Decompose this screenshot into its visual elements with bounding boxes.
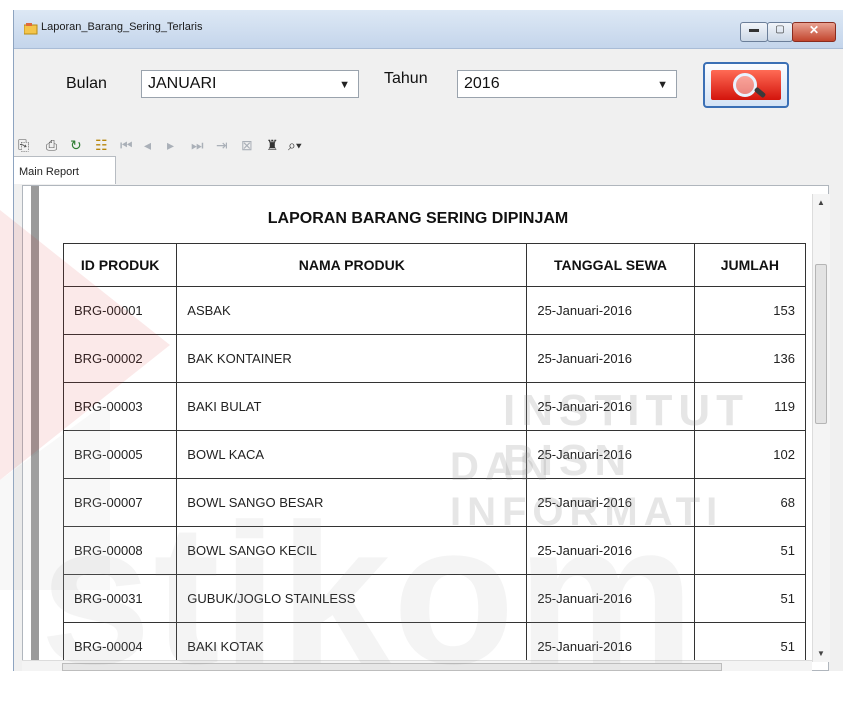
column-header: NAMA PRODUK: [176, 243, 528, 287]
column-header: ID PRODUK: [62, 243, 178, 287]
cell-name: ASBAK: [176, 286, 528, 335]
table-row: BRG-00031 GUBUK/JOGLO STAINLESS 25-Janua…: [62, 574, 807, 623]
maximize-button[interactable]: ▢: [767, 22, 793, 42]
zoom-icon[interactable]: ⌕▾: [288, 138, 302, 152]
cell-id: BRG-00007: [62, 478, 178, 527]
month-select[interactable]: JANUARI ▼: [141, 70, 359, 98]
vertical-scroll-thumb[interactable]: [815, 264, 827, 424]
minimize-icon: ▬: [749, 24, 759, 35]
chevron-down-icon: ▼: [339, 79, 350, 91]
last-page-icon[interactable]: ⏭: [191, 138, 204, 152]
year-label: Tahun: [384, 70, 428, 87]
cell-date: 25-Januari-2016: [526, 430, 695, 479]
group-tree-icon[interactable]: ☷: [95, 138, 108, 152]
month-label: Bulan: [66, 75, 107, 92]
report-table: ID PRODUK NAMA PRODUK TANGGAL SEWA JUMLA…: [62, 243, 807, 671]
table-row: BRG-00003 BAKI BULAT 25-Januari-2016 119: [62, 382, 807, 431]
cell-qty: 153: [693, 286, 807, 335]
column-header: JUMLAH: [693, 243, 807, 287]
table-row: BRG-00001 ASBAK 25-Januari-2016 153: [62, 286, 807, 335]
cell-qty: 51: [693, 526, 807, 575]
print-icon[interactable]: ⎙: [46, 138, 57, 152]
title-bar[interactable]: Laporan_Barang_Sering_Terlaris ▬ ▢ ✕: [14, 10, 843, 49]
year-value: 2016: [464, 75, 500, 92]
cell-date: 25-Januari-2016: [526, 478, 695, 527]
magnifier-icon: [711, 70, 781, 100]
year-select[interactable]: 2016 ▼: [457, 70, 677, 98]
cell-id: BRG-00005: [62, 430, 178, 479]
maximize-icon: ▢: [775, 24, 785, 35]
cell-qty: 68: [693, 478, 807, 527]
scroll-up-icon[interactable]: ▲: [817, 198, 825, 207]
cell-qty: 136: [693, 334, 807, 383]
cell-date: 25-Januari-2016: [526, 286, 695, 335]
tab-main-report-label: Main Report: [19, 166, 79, 178]
search-button[interactable]: [703, 62, 789, 108]
app-icon: [24, 23, 38, 35]
table-row: BRG-00008 BOWL SANGO KECIL 25-Januari-20…: [62, 526, 807, 575]
cell-id: BRG-00001: [62, 286, 178, 335]
cell-qty: 102: [693, 430, 807, 479]
close-icon: ✕: [808, 23, 820, 37]
chevron-down-icon: ▼: [657, 79, 668, 91]
column-header: TANGGAL SEWA: [526, 243, 695, 287]
report-window: Laporan_Barang_Sering_Terlaris ▬ ▢ ✕ Bul…: [13, 10, 843, 671]
stop-icon[interactable]: ⊠: [241, 138, 253, 152]
next-page-icon[interactable]: ▸: [167, 138, 174, 152]
cell-id: BRG-00031: [62, 574, 178, 623]
find-icon[interactable]: ♜: [266, 138, 279, 152]
cell-date: 25-Januari-2016: [526, 526, 695, 575]
export-icon[interactable]: ⎘: [18, 138, 29, 152]
table-header-row: ID PRODUK NAMA PRODUK TANGGAL SEWA JUMLA…: [62, 243, 807, 287]
first-page-icon[interactable]: ⏮: [120, 138, 133, 152]
close-button[interactable]: ✕: [792, 22, 836, 42]
table-row: BRG-00007 BOWL SANGO BESAR 25-Januari-20…: [62, 478, 807, 527]
report-left-bar: [31, 186, 39, 671]
cell-date: 25-Januari-2016: [526, 334, 695, 383]
report-title: LAPORAN BARANG SERING DIPINJAM: [267, 210, 569, 227]
cell-id: BRG-00008: [62, 526, 178, 575]
vertical-scrollbar[interactable]: ▲ ▼: [812, 194, 830, 662]
cell-qty: 51: [693, 574, 807, 623]
tab-main-report[interactable]: Main Report: [14, 156, 116, 184]
cell-date: 25-Januari-2016: [526, 574, 695, 623]
report-viewer: LAPORAN BARANG SERING DIPINJAM ID PRODUK…: [22, 185, 829, 671]
goto-page-icon[interactable]: ⇥: [216, 138, 228, 152]
horizontal-scroll-thumb[interactable]: [62, 663, 722, 671]
cell-name: BOWL SANGO BESAR: [176, 478, 528, 527]
minimize-button[interactable]: ▬: [740, 22, 768, 42]
month-value: JANUARI: [148, 75, 217, 92]
cell-name: GUBUK/JOGLO STAINLESS: [176, 574, 528, 623]
cell-qty: 119: [693, 382, 807, 431]
cell-name: BAKI BULAT: [176, 382, 528, 431]
prev-page-icon[interactable]: ◂: [144, 138, 151, 152]
cell-id: BRG-00003: [62, 382, 178, 431]
cell-id: BRG-00002: [62, 334, 178, 383]
horizontal-scrollbar[interactable]: [22, 660, 812, 671]
table-row: BRG-00005 BOWL KACA 25-Januari-2016 102: [62, 430, 807, 479]
refresh-icon[interactable]: ↻: [70, 138, 82, 152]
cell-date: 25-Januari-2016: [526, 382, 695, 431]
scroll-down-icon[interactable]: ▼: [817, 649, 825, 658]
window-title: Laporan_Barang_Sering_Terlaris: [41, 21, 203, 33]
table-row: BRG-00002 BAK KONTAINER 25-Januari-2016 …: [62, 334, 807, 383]
cell-name: BOWL SANGO KECIL: [176, 526, 528, 575]
cell-name: BOWL KACA: [176, 430, 528, 479]
cell-name: BAK KONTAINER: [176, 334, 528, 383]
